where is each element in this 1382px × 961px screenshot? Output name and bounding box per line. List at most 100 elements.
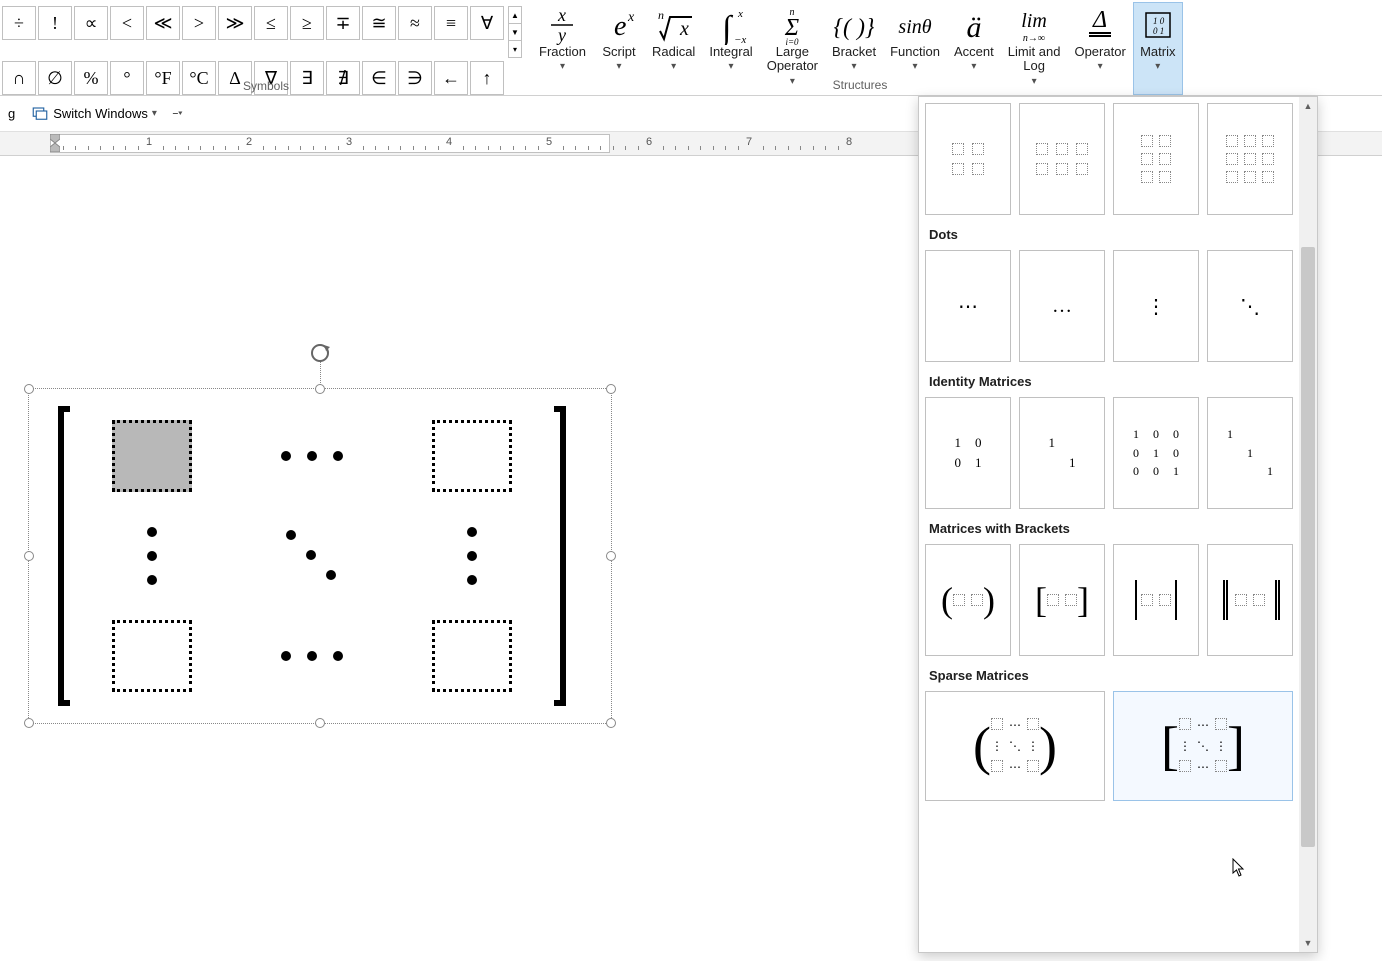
gallery-item-ldots[interactable]: … bbox=[1019, 250, 1105, 362]
resize-handle-sw[interactable] bbox=[24, 718, 34, 728]
indent-marker[interactable] bbox=[50, 134, 60, 152]
ruler-tick-minor bbox=[625, 146, 626, 150]
equation-placeholder[interactable] bbox=[432, 420, 512, 492]
scroll-up-button[interactable]: ▲ bbox=[1299, 97, 1317, 115]
gallery-item-empty-3x3[interactable] bbox=[1207, 103, 1293, 215]
gallery-scrollbar[interactable]: ▲ ▼ bbox=[1299, 97, 1317, 952]
matrix-cell-3-3[interactable] bbox=[392, 606, 552, 706]
symbols-scroll[interactable]: ▲▼▾ bbox=[508, 6, 522, 57]
chevron-down-icon: ▾ bbox=[671, 61, 676, 72]
gallery-item-identity-2x2[interactable]: 1001 bbox=[925, 397, 1011, 509]
ruler-tick-minor bbox=[513, 146, 514, 150]
svg-text:Δ: Δ bbox=[1092, 7, 1107, 33]
gallery-item-bracket-matrix[interactable]: [] bbox=[1019, 544, 1105, 656]
ruler-tick-minor bbox=[575, 146, 576, 150]
ruler-tick-minor bbox=[238, 146, 239, 150]
gallery-item-empty-2x2[interactable] bbox=[925, 103, 1011, 215]
svg-text:x: x bbox=[737, 8, 743, 20]
gallery-item-sparse-paren[interactable]: ( ⋯ ⋮⋱⋮ ⋯ ) bbox=[925, 691, 1105, 801]
gallery-item-sparse-bracket[interactable]: [ ⋯ ⋮⋱⋮ ⋯ ] bbox=[1113, 691, 1293, 801]
symbols-more[interactable]: ▾ bbox=[508, 40, 522, 58]
symbol-≅[interactable]: ≅ bbox=[362, 6, 396, 40]
ruler-tick-minor bbox=[63, 146, 64, 150]
symbol-≈[interactable]: ≈ bbox=[398, 6, 432, 40]
matrix-cell-2-2[interactable] bbox=[232, 506, 392, 606]
resize-handle-e[interactable] bbox=[606, 551, 616, 561]
resize-handle-n[interactable] bbox=[315, 384, 325, 394]
scroll-thumb[interactable] bbox=[1301, 247, 1315, 847]
resize-handle-w[interactable] bbox=[24, 551, 34, 561]
matrix-cell-3-1[interactable] bbox=[72, 606, 232, 706]
symbol-≤[interactable]: ≤ bbox=[254, 6, 288, 40]
symbol-<[interactable]: < bbox=[110, 6, 144, 40]
ruler-tick-minor bbox=[488, 146, 489, 150]
symbol-≪[interactable]: ≪ bbox=[146, 6, 180, 40]
gallery-item-identity-2x2-diag[interactable]: 11 bbox=[1019, 397, 1105, 509]
ruler-label: 2 bbox=[246, 136, 252, 148]
symbols-scroll-up[interactable]: ▲ bbox=[508, 6, 522, 24]
matrix-cell-1-2[interactable] bbox=[232, 406, 392, 506]
truncated-command[interactable]: g bbox=[4, 106, 19, 121]
matrix-cell-3-2[interactable] bbox=[232, 606, 392, 706]
svg-text:1 0: 1 0 bbox=[1153, 16, 1165, 26]
resize-handle-nw[interactable] bbox=[24, 384, 34, 394]
symbol-∓[interactable]: ∓ bbox=[326, 6, 360, 40]
gallery-body: Dots ⋯ … ⋮ ⋱ Identity Matrices 1001 11 1… bbox=[919, 97, 1299, 952]
equation-placeholder[interactable] bbox=[112, 620, 192, 692]
ruler-tick-minor bbox=[688, 146, 689, 150]
equation-placeholder[interactable] bbox=[432, 620, 512, 692]
resize-handle-se[interactable] bbox=[606, 718, 616, 728]
resize-handle-ne[interactable] bbox=[606, 384, 616, 394]
ruler-tick-minor bbox=[813, 146, 814, 150]
fraction-icon: xy bbox=[545, 5, 579, 45]
rotate-handle[interactable] bbox=[308, 341, 332, 365]
ruler-tick-minor bbox=[213, 146, 214, 150]
gallery-item-empty-3x2[interactable] bbox=[1113, 103, 1199, 215]
symbols-group: ÷!∝<≪>≫≤≥∓≅≈≡∀▲▼▾ ∩∅%°°F°C∆∇∃∄∈∋←↑ Symbo… bbox=[0, 0, 532, 95]
gallery-item-cdots[interactable]: ⋯ bbox=[925, 250, 1011, 362]
ruler-tick-minor bbox=[338, 146, 339, 150]
resize-handle-s[interactable] bbox=[315, 718, 325, 728]
gallery-item-vdots[interactable]: ⋮ bbox=[1113, 250, 1199, 362]
gallery-item-bar-matrix[interactable] bbox=[1113, 544, 1199, 656]
ruler-tick-minor bbox=[300, 146, 301, 150]
gallery-item-double-bar-matrix[interactable] bbox=[1207, 544, 1293, 656]
symbol-≫[interactable]: ≫ bbox=[218, 6, 252, 40]
symbol-≡[interactable]: ≡ bbox=[434, 6, 468, 40]
script-icon: ex bbox=[600, 5, 638, 45]
gallery-item-identity-3x3-diag[interactable]: 111 bbox=[1207, 397, 1293, 509]
gallery-section-sparse: Sparse Matrices bbox=[925, 660, 1293, 687]
symbol-∀[interactable]: ∀ bbox=[470, 6, 504, 40]
right-bracket bbox=[552, 406, 566, 706]
ruler-tick-minor bbox=[363, 146, 364, 150]
matrix-cell-2-3[interactable] bbox=[392, 506, 552, 606]
chevron-down-icon: ▾ bbox=[971, 61, 976, 72]
equation-placeholder-selected[interactable] bbox=[112, 420, 192, 492]
matrix-cell-1-3[interactable] bbox=[392, 406, 552, 506]
matrix-cell-2-1[interactable] bbox=[72, 506, 232, 606]
gallery-item-identity-3x3[interactable]: 100010001 bbox=[1113, 397, 1199, 509]
switch-windows-button[interactable]: Switch Windows ▾ bbox=[25, 103, 163, 125]
symbols-scroll-down[interactable]: ▼ bbox=[508, 23, 522, 41]
limit-log-icon: limn→∞ bbox=[1012, 5, 1056, 45]
scroll-down-button[interactable]: ▼ bbox=[1299, 934, 1317, 952]
gallery-item-empty-2x3[interactable] bbox=[1019, 103, 1105, 215]
structure-label: Matrix bbox=[1140, 45, 1175, 59]
chevron-down-icon: ▾ bbox=[560, 61, 565, 72]
customize-toolbar-button[interactable]: ⎯▾ bbox=[169, 108, 187, 119]
matrix-cell-1-1[interactable] bbox=[72, 406, 232, 506]
matrix-gallery-dropdown[interactable]: Dots ⋯ … ⋮ ⋱ Identity Matrices 1001 11 1… bbox=[918, 96, 1318, 953]
symbol-∝[interactable]: ∝ bbox=[74, 6, 108, 40]
matrix-equation[interactable] bbox=[58, 406, 566, 706]
symbol->[interactable]: > bbox=[182, 6, 216, 40]
gallery-item-paren-matrix[interactable]: () bbox=[925, 544, 1011, 656]
symbol-≥[interactable]: ≥ bbox=[290, 6, 324, 40]
chevron-down-icon: ▾ bbox=[1155, 61, 1160, 72]
windows-icon bbox=[31, 105, 49, 123]
symbol-÷[interactable]: ÷ bbox=[2, 6, 36, 40]
svg-text:x: x bbox=[679, 18, 689, 40]
svg-text:lim: lim bbox=[1021, 10, 1047, 32]
gallery-item-ddots[interactable]: ⋱ bbox=[1207, 250, 1293, 362]
symbol-![interactable]: ! bbox=[38, 6, 72, 40]
svg-text:e: e bbox=[614, 11, 626, 42]
